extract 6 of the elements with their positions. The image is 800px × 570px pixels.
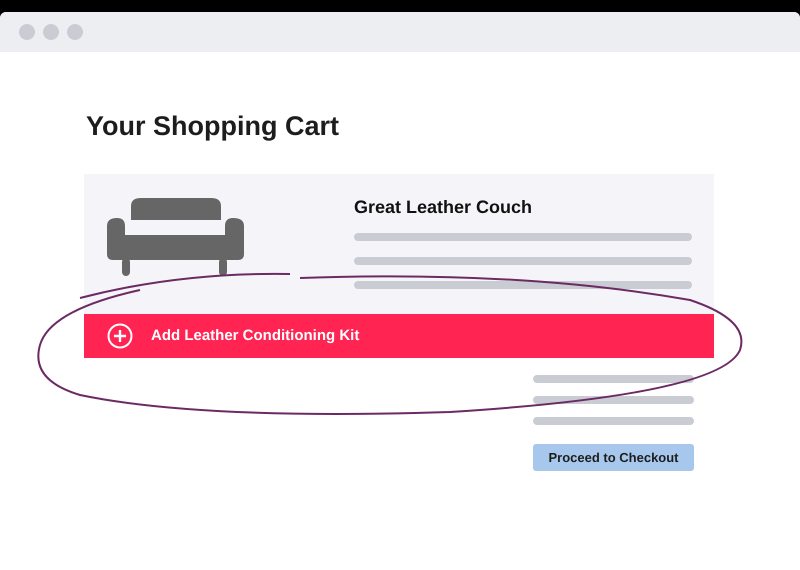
page-title: Your Shopping Cart xyxy=(86,110,340,142)
checkout-button[interactable]: Proceed to Checkout xyxy=(533,444,694,471)
plus-circle-icon xyxy=(107,323,133,349)
product-name: Great Leather Couch xyxy=(354,196,534,218)
couch-icon xyxy=(107,198,244,276)
add-on-button[interactable]: Add Leather Conditioning Kit xyxy=(84,314,714,358)
